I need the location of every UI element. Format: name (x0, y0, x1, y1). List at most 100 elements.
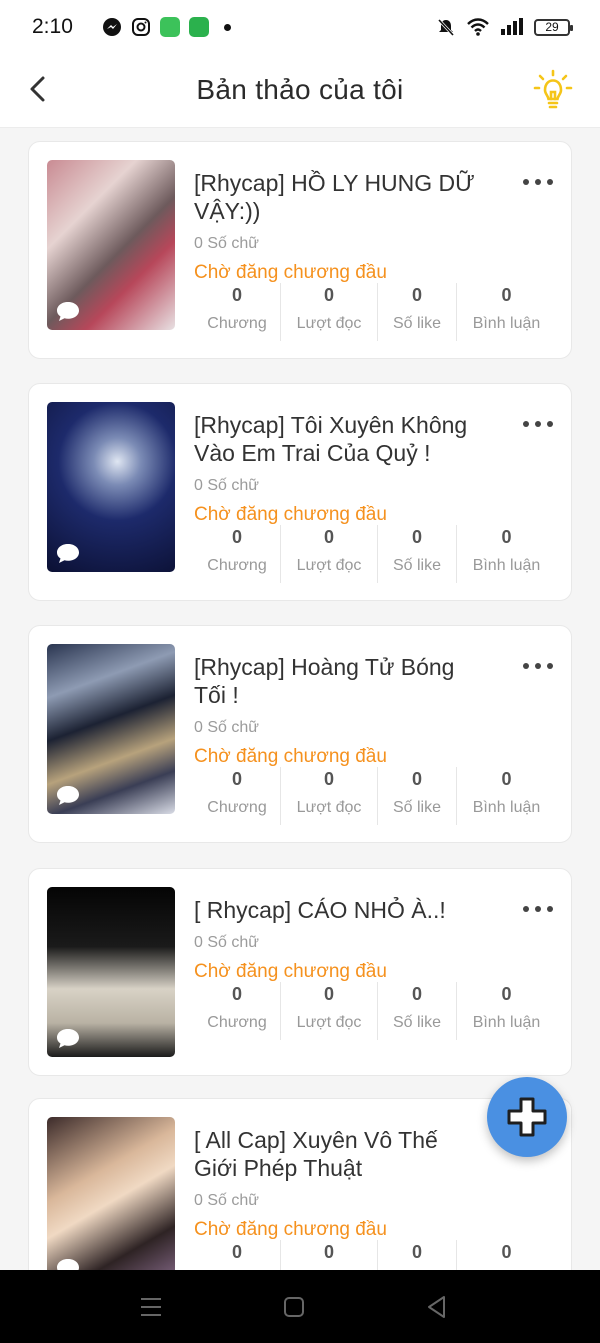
stat-label: Số like (392, 557, 442, 574)
stat-label: Bình luận (472, 1014, 541, 1031)
more-notifications-dot (224, 23, 231, 31)
stat-value: 0 (501, 984, 512, 1004)
back-icon[interactable] (422, 1292, 452, 1322)
stat-value: 0 (411, 1242, 422, 1262)
word-count: 0 Số chữ (194, 719, 259, 736)
stat-value: 0 (501, 285, 512, 305)
battery-level: 29 (545, 19, 559, 34)
cover-image[interactable] (47, 402, 175, 572)
stat-value: 0 (411, 527, 422, 547)
stat-label: Lượt đọc (296, 799, 362, 816)
comment-bubble-icon (57, 1029, 79, 1048)
stat-reads: 0Lượt đọc (280, 1240, 377, 1270)
more-options-icon[interactable] (521, 412, 555, 436)
add-draft-button[interactable] (487, 1077, 567, 1157)
stat-value: 0 (231, 285, 242, 305)
stat-label: Bình luận (472, 315, 541, 332)
stat-likes: 0 Số like (377, 525, 456, 583)
stat-likes: 0 Số like (377, 283, 456, 341)
chat-icon (189, 17, 209, 37)
comment-bubble-icon (57, 786, 79, 805)
status-time: 2:10 (32, 15, 73, 38)
comment-bubble-icon (57, 1259, 79, 1270)
draft-title[interactable]: [Rhycap] Tôi Xuyên Không Vào Em Trai Của… (194, 411, 484, 467)
stats-row: 0 Chương 0 Lượt đọc 0 Số like 0 Bình luận (194, 283, 556, 341)
stat-chapters: 0 Chương (194, 767, 280, 825)
draft-card[interactable]: [Rhycap] HỒ LY HUNG DỮ VẬY:)) 0 Số chữ C… (28, 141, 572, 359)
word-count: 0 Số chữ (194, 934, 259, 951)
stat-chapters: 0Chương (194, 1240, 280, 1270)
stat-likes: 0 Số like (377, 982, 456, 1040)
stats-row: 0 Chương 0 Lượt đọc 0 Số like 0 Bình luận (194, 982, 556, 1040)
draft-card[interactable]: [Rhycap] Tôi Xuyên Không Vào Em Trai Của… (28, 383, 572, 601)
stat-value: 0 (411, 285, 422, 305)
word-count: 0 Số chữ (194, 1192, 259, 1209)
stat-comments: 0Bình luận (456, 1240, 556, 1270)
stat-value: 0 (231, 1242, 242, 1262)
wifi-icon (467, 18, 489, 36)
stat-label: Bình luận (472, 557, 541, 574)
draft-status: Chờ đăng chương đầu (194, 504, 387, 525)
app-bar: Bản thảo của tôi (0, 54, 600, 128)
more-options-icon[interactable] (521, 897, 555, 921)
stat-label: Chương (207, 799, 267, 816)
stat-label: Số like (392, 1014, 442, 1031)
comment-bubble-icon (57, 544, 79, 563)
stat-value: 0 (323, 1242, 334, 1262)
stat-reads: 0Lượt đọc (280, 767, 377, 825)
stat-value: 0 (501, 769, 512, 789)
status-bar: 2:10 29 (0, 0, 600, 54)
plus-icon (507, 1097, 547, 1137)
stat-value: 0 (323, 285, 334, 305)
menu-icon[interactable] (136, 1292, 166, 1322)
cover-image[interactable] (47, 160, 175, 330)
notification-icons (102, 17, 231, 37)
draft-status: Chờ đăng chương đầu (194, 262, 387, 283)
stat-label: Số like (392, 315, 442, 332)
stat-label: Chương (207, 315, 267, 332)
stat-value: 0 (501, 1242, 512, 1262)
stat-value: 0 (411, 984, 422, 1004)
stats-row: 0 Chương 0 Lượt đọc 0 Số like 0 Bình luận (194, 525, 556, 583)
stat-value: 0 (323, 527, 334, 547)
stat-value: 0 (231, 984, 242, 1004)
stat-value: 0 (231, 769, 242, 789)
comment-bubble-icon (57, 302, 79, 321)
messenger-icon (103, 18, 121, 36)
stat-comments: 0Bình luận (456, 767, 556, 825)
stat-likes: 0Số like (377, 1240, 456, 1270)
stat-value: 0 (411, 769, 422, 789)
draft-card[interactable]: [Rhycap] Hoàng Tử Bóng Tối ! 0 Số chữ Ch… (28, 625, 572, 843)
draft-title[interactable]: [Rhycap] HỒ LY HUNG DỮ VẬY:)) (194, 169, 484, 225)
lightbulb-icon[interactable] (530, 68, 576, 114)
stat-label: Lượt đọc (296, 315, 362, 332)
stat-likes: 0Số like (377, 767, 456, 825)
draft-status: Chờ đăng chương đầu (194, 1219, 387, 1240)
cover-image[interactable] (47, 644, 175, 814)
stat-reads: 0Lượt đọc (280, 525, 377, 583)
more-options-icon[interactable] (521, 170, 555, 194)
draft-title[interactable]: [ Rhycap] CÁO NHỎ À..! (194, 896, 484, 924)
draft-card[interactable]: [ Rhycap] CÁO NHỎ À..! 0 Số chữ Chờ đăng… (28, 868, 572, 1076)
stats-row: 0 Chương 0 Lượt đọc 0 Số like 0 Bình luận (194, 767, 556, 825)
draft-title[interactable]: [Rhycap] Hoàng Tử Bóng Tối ! (194, 653, 484, 709)
home-icon[interactable] (279, 1292, 309, 1322)
stat-value: 0 (231, 527, 242, 547)
app-icon (160, 17, 180, 37)
stat-comments: 0Bình luận (456, 525, 556, 583)
stat-reads: 0 Lượt đọc (280, 283, 377, 341)
instagram-icon (132, 18, 150, 36)
stat-chapters: 0Chương (194, 982, 280, 1040)
stat-label: Lượt đọc (296, 1014, 362, 1031)
draft-title[interactable]: [ All Cap] Xuyên Vô Thế Giới Phép Thuật (194, 1126, 484, 1182)
stat-comments: 0 Bình luận (456, 283, 556, 341)
more-options-icon[interactable] (521, 654, 555, 678)
cover-image[interactable] (47, 887, 175, 1057)
draft-status: Chờ đăng chương đầu (194, 961, 387, 982)
signal-icon (501, 18, 523, 35)
stat-value: 0 (323, 984, 334, 1004)
system-nav-bar (0, 1270, 600, 1343)
battery-icon: 29 (534, 18, 573, 36)
cover-image[interactable] (47, 1117, 175, 1270)
stat-chapters: 0 Chương (194, 283, 280, 341)
